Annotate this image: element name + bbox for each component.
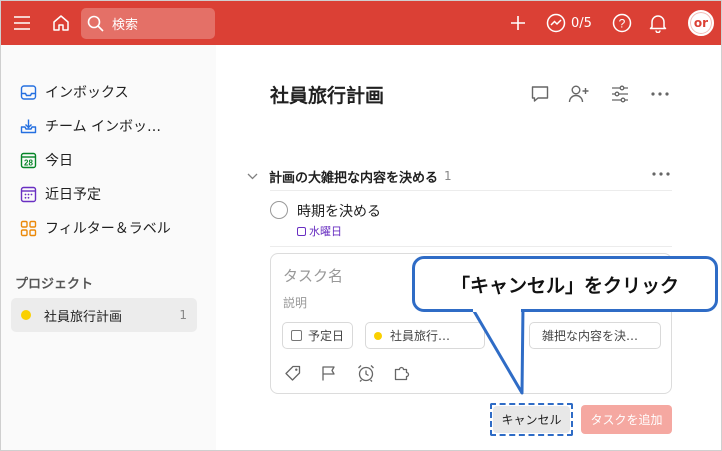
reminder-alarm-icon[interactable] <box>355 362 377 384</box>
priority-flag-icon[interactable] <box>318 362 340 384</box>
help-icon[interactable]: ? <box>611 1 633 45</box>
due-date-chip[interactable]: 予定日 <box>282 322 354 349</box>
search-input[interactable]: 検索 <box>81 8 215 39</box>
sidebar-item-project[interactable]: 社員旅行計画 1 <box>11 298 197 332</box>
add-task-button[interactable]: タスクを追加 <box>581 405 672 434</box>
section-more-icon[interactable] <box>651 165 671 181</box>
project-color-dot <box>374 331 382 340</box>
add-task-plus-icon[interactable] <box>507 1 529 45</box>
team-inbox-icon <box>19 117 37 135</box>
svg-text:?: ? <box>619 17 626 31</box>
section-chip[interactable]: 雑把な内容を決… <box>529 322 661 349</box>
project-task-count: 1 <box>179 308 187 322</box>
calendar-icon <box>297 226 306 236</box>
instruction-callout: 「キャンセル」をクリック <box>412 256 718 312</box>
task-due-label: 水曜日 <box>309 225 342 238</box>
divider <box>270 246 672 247</box>
today-calendar-icon: 28 <box>19 151 37 169</box>
avatar[interactable]: or <box>688 10 714 36</box>
app-window: 検索 0/5 ? or インボックス チーム インボッ… 28 今日 近日予定 … <box>0 0 722 451</box>
chevron-down-icon[interactable] <box>247 170 263 183</box>
sidebar-item-upcoming[interactable]: 近日予定 <box>13 178 203 210</box>
project-color-dot <box>21 310 31 320</box>
comment-icon[interactable] <box>529 83 551 105</box>
sidebar-item-label: インボックス <box>45 85 129 101</box>
productivity-button[interactable]: 0/5 <box>546 1 606 45</box>
due-date-chip-label: 予定日 <box>308 329 345 343</box>
section-task-count: 1 <box>444 169 452 183</box>
view-options-icon[interactable] <box>609 83 631 105</box>
project-name: 社員旅行計画 <box>44 309 123 325</box>
search-icon <box>87 15 104 32</box>
search-placeholder: 検索 <box>112 18 139 33</box>
more-options-icon[interactable] <box>649 83 671 105</box>
menu-icon[interactable] <box>11 1 33 45</box>
cancel-button[interactable]: キャンセル <box>493 406 570 433</box>
callout-text: 「キャンセル」をクリック <box>450 274 679 297</box>
sidebar-item-team-inbox[interactable]: チーム インボッ… <box>13 110 203 142</box>
filters-labels-icon <box>19 219 37 237</box>
inbox-icon <box>19 83 37 101</box>
karma-count: 0/5 <box>571 15 592 31</box>
sidebar-item-today[interactable]: 28 今日 <box>13 144 203 176</box>
top-bar: 検索 0/5 ? or <box>1 1 721 45</box>
divider <box>270 190 672 191</box>
task-name-input[interactable]: タスク名 <box>283 265 343 286</box>
notification-bell-icon[interactable] <box>647 1 669 45</box>
sidebar-item-filters-labels[interactable]: フィルター＆ラベル <box>13 212 203 244</box>
extension-puzzle-icon[interactable] <box>391 362 413 384</box>
productivity-icon <box>546 13 566 33</box>
section-header: 計画の大雑把な内容を決める 1 <box>247 165 673 187</box>
sidebar: インボックス チーム インボッ… 28 今日 近日予定 フィルター＆ラベル プロ… <box>1 45 216 450</box>
sidebar-item-label: フィルター＆ラベル <box>45 221 171 237</box>
sidebar-item-label: チーム インボッ… <box>45 119 162 135</box>
sidebar-item-label: 近日予定 <box>45 187 101 203</box>
projects-heading[interactable]: プロジェクト <box>15 273 93 292</box>
page-title: 社員旅行計画 <box>270 85 385 107</box>
section-chip-label: 雑把な内容を決… <box>542 329 639 343</box>
description-input[interactable]: 説明 <box>283 294 307 311</box>
svg-text:28: 28 <box>24 158 33 167</box>
sidebar-item-inbox[interactable]: インボックス <box>13 76 203 108</box>
project-chip-label: 社員旅行… <box>390 329 451 343</box>
home-icon[interactable] <box>49 1 73 45</box>
calendar-icon <box>291 330 302 341</box>
task-checkbox[interactable] <box>270 201 288 219</box>
task-due-date: 水曜日 <box>297 223 342 239</box>
sidebar-item-label: 今日 <box>45 153 73 169</box>
label-tag-icon[interactable] <box>282 362 304 384</box>
task-title[interactable]: 時期を決める <box>297 201 381 221</box>
section-title[interactable]: 計画の大雑把な内容を決める <box>269 167 438 186</box>
share-add-person-icon[interactable] <box>568 83 590 105</box>
upcoming-calendar-icon <box>19 185 37 203</box>
project-chip[interactable]: 社員旅行… <box>365 322 485 349</box>
